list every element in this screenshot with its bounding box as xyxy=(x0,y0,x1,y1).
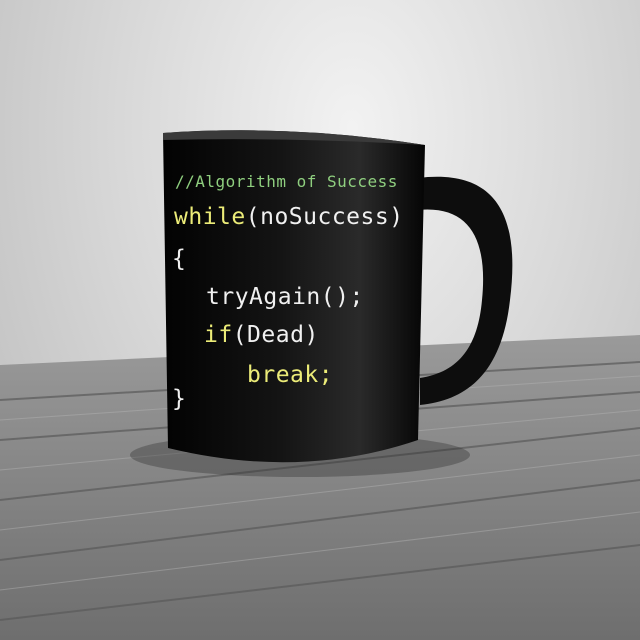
mug-body xyxy=(163,130,425,463)
photo-scene: //Algorithm of Success while(noSuccess) … xyxy=(0,0,640,640)
coffee-mug xyxy=(163,130,513,463)
mug-handle xyxy=(418,176,513,405)
